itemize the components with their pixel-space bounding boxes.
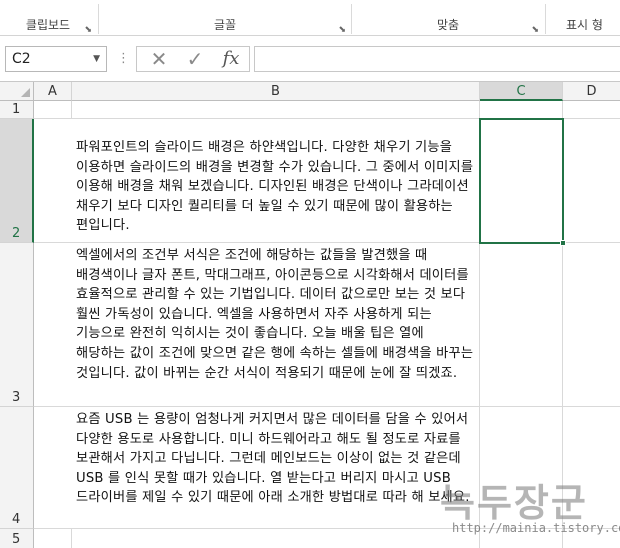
cell-d3[interactable]: [563, 243, 620, 407]
formula-input[interactable]: [254, 46, 620, 72]
cell-d1[interactable]: [563, 101, 620, 119]
ribbon-group-number-label: 표시 형: [566, 18, 603, 32]
column-header-b[interactable]: B: [72, 82, 480, 101]
cell-b4[interactable]: 요즘 USB 는 용량이 엄청나게 커지면서 많은 데이터를 담을 수 있어서 …: [34, 407, 480, 529]
cell-a5[interactable]: [34, 529, 72, 548]
name-box-value: C2: [12, 51, 31, 67]
ribbon-group-alignment: 맞춤 ⬊: [353, 14, 543, 36]
row-header-3-label: 3: [12, 390, 21, 405]
ribbon-group-alignment-label: 맞춤: [436, 18, 460, 32]
cell-b1[interactable]: [72, 101, 480, 119]
ribbon-separator: [351, 4, 352, 34]
column-header-d[interactable]: D: [563, 82, 620, 101]
row-header-3[interactable]: 3: [0, 243, 34, 407]
row-header-2[interactable]: 2: [0, 119, 34, 243]
cell-b2[interactable]: 파워포인트의 슬라이드 배경은 하얀색입니다. 다양한 채우기 기능을 이용하면…: [34, 119, 480, 243]
select-all-button[interactable]: [0, 82, 34, 101]
watermark-logo-text: 녹두장군: [440, 481, 588, 525]
more-options-icon[interactable]: ⋮: [117, 46, 130, 72]
watermark-url: http://mainia.tistory.com: [452, 521, 620, 535]
column-header-a[interactable]: A: [34, 82, 72, 101]
enter-icon[interactable]: ✓: [181, 47, 209, 71]
cancel-icon[interactable]: ✕: [145, 47, 173, 71]
cell-d2[interactable]: [563, 119, 620, 243]
ribbon-group-clipboard-label: 클립보드: [25, 18, 71, 32]
cell-b5[interactable]: [72, 529, 480, 548]
row-header-4[interactable]: 4: [0, 407, 34, 529]
column-header-c[interactable]: C: [480, 82, 563, 101]
row-header-1-label: 1: [12, 102, 21, 117]
name-box[interactable]: C2 ▼: [5, 46, 107, 72]
row-header-4-label: 4: [12, 512, 21, 527]
ribbon-group-font: 글꼴 ⬊: [100, 14, 350, 36]
row-header-5[interactable]: 5: [0, 529, 34, 548]
select-all-triangle-icon: [21, 88, 30, 97]
active-cell-selection: [479, 118, 564, 244]
row-header-5-label: 5: [12, 532, 21, 547]
row-header-2-label: 2: [12, 226, 21, 241]
cell-c3[interactable]: [480, 243, 563, 407]
ribbon-group-number: 표시 형: [548, 14, 620, 36]
cell-a1[interactable]: [34, 101, 72, 119]
cell-c1[interactable]: [480, 101, 563, 119]
formula-buttons: ✕ ✓ fx: [136, 46, 250, 72]
row-header-1[interactable]: 1: [0, 101, 34, 119]
ribbon-separator: [98, 4, 99, 34]
ribbon-group-font-label: 글꼴: [213, 18, 237, 32]
insert-function-icon[interactable]: fx: [217, 47, 245, 71]
chevron-down-icon[interactable]: ▼: [93, 47, 100, 71]
cell-b3[interactable]: 엑셀에서의 조건부 서식은 조건에 해당하는 값들을 발견했을 때 배경색이나 …: [34, 243, 480, 407]
ribbon-group-clipboard: 클립보드 ⬊: [0, 14, 96, 36]
ribbon-separator: [545, 4, 546, 34]
fill-handle[interactable]: [560, 240, 566, 246]
ribbon-group-labels: 클립보드 ⬊ 글꼴 ⬊ 맞춤 ⬊ 표시 형: [0, 0, 620, 36]
formula-bar: C2 ▼ ⋮ ✕ ✓ fx: [0, 36, 620, 82]
